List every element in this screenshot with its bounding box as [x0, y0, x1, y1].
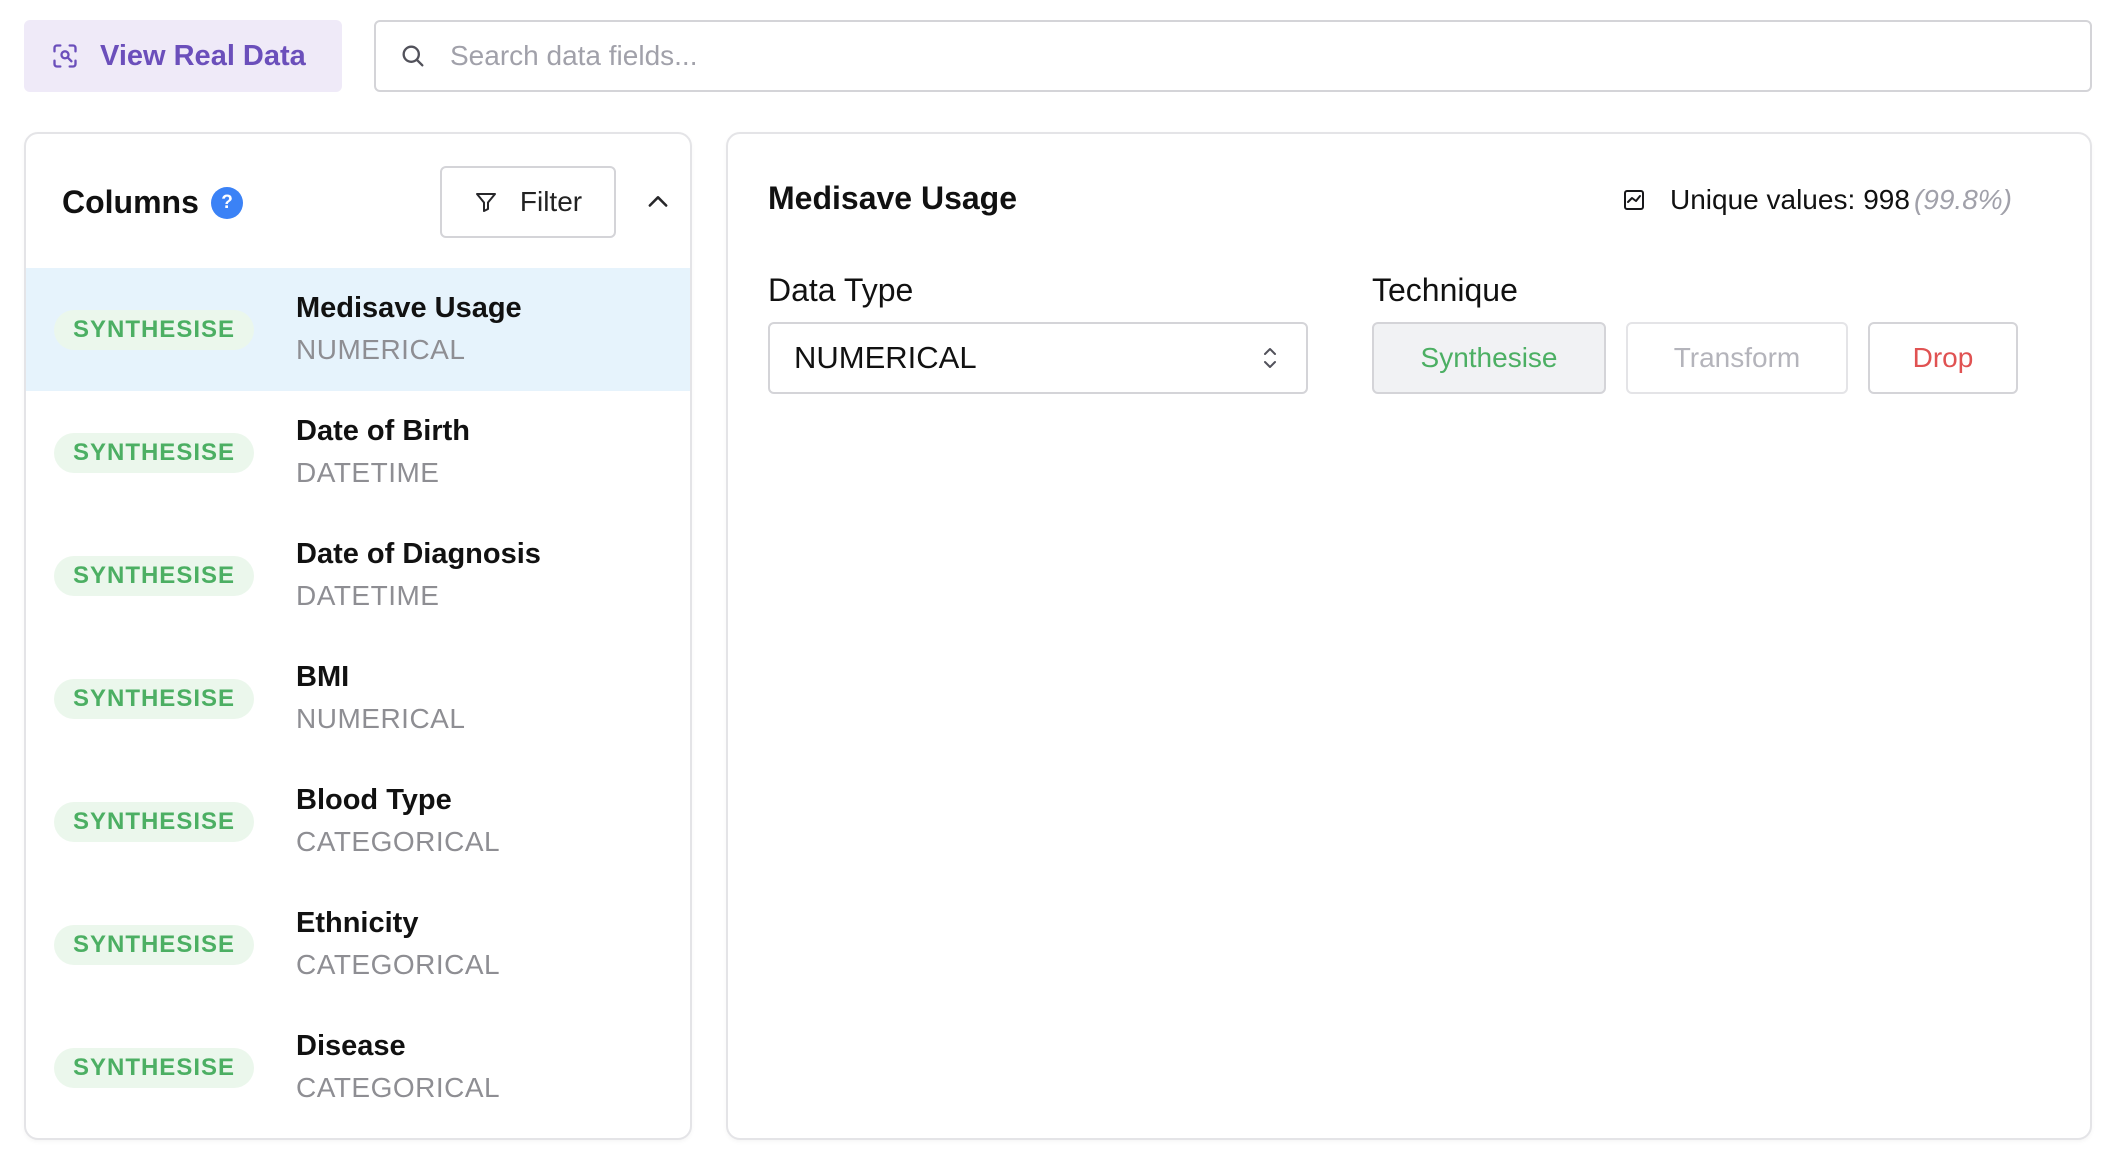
column-type: NUMERICAL [296, 334, 466, 365]
chevron-up-down-icon [1258, 341, 1282, 375]
filter-label: Filter [519, 186, 583, 217]
help-circle-icon[interactable]: ? [211, 187, 243, 219]
synthesise-button[interactable]: Synthesise [1372, 322, 1606, 394]
search-input[interactable] [450, 40, 2090, 72]
data-type-label: Data Type [768, 272, 914, 308]
search-box [374, 20, 2092, 92]
scan-face-icon [50, 41, 80, 71]
technique-label: Technique [1372, 272, 1518, 308]
list-item-ethnicity[interactable]: SYNTHESISE Ethnicity CATEGORICAL [26, 883, 690, 1006]
technique-badge: SYNTHESISE [54, 556, 254, 596]
columns-list: SYNTHESISE Medisave Usage NUMERICAL SYNT… [26, 268, 690, 1129]
column-type: DATETIME [296, 580, 440, 611]
technique-badge: SYNTHESISE [54, 433, 254, 473]
column-type: CATEGORICAL [296, 949, 501, 980]
technique-badge: SYNTHESISE [54, 1048, 254, 1088]
unique-values-label: Unique values: [1670, 184, 1856, 215]
technique-badge: SYNTHESISE [54, 310, 254, 350]
list-item-bmi[interactable]: SYNTHESISE BMI NUMERICAL [26, 637, 690, 760]
data-type-value: NUMERICAL [794, 340, 977, 375]
unique-values-stat: Unique values: 998 (99.8%) [1622, 184, 2012, 216]
drop-button[interactable]: Drop [1868, 322, 2018, 394]
column-type: CATEGORICAL [296, 826, 501, 857]
columns-title: Columns [62, 184, 199, 220]
column-detail-panel: Medisave Usage Unique values: 998 (99.8%… [726, 132, 2092, 1140]
chart-square-icon[interactable] [1622, 187, 1648, 213]
filter-funnel-icon [474, 189, 500, 215]
chevron-up-icon[interactable] [640, 184, 676, 220]
technique-badge: SYNTHESISE [54, 679, 254, 719]
filter-button[interactable]: Filter [440, 166, 616, 238]
view-real-data-label: View Real Data [100, 39, 306, 72]
column-name: Date of Birth [296, 415, 470, 447]
column-name: Blood Type [296, 784, 452, 816]
search-icon [398, 41, 428, 71]
column-type: DATETIME [296, 457, 440, 488]
list-item-date-of-diagnosis[interactable]: SYNTHESISE Date of Diagnosis DATETIME [26, 514, 690, 637]
detail-title: Medisave Usage [768, 180, 1018, 216]
column-name: Ethnicity [296, 907, 419, 939]
technique-badge: SYNTHESISE [54, 802, 254, 842]
columns-scrollbar[interactable] [690, 268, 692, 824]
list-item-medisave-usage[interactable]: SYNTHESISE Medisave Usage NUMERICAL [26, 268, 690, 391]
unique-values-count: 998 [1863, 184, 1910, 215]
data-type-select[interactable]: NUMERICAL [768, 322, 1308, 394]
column-name: Medisave Usage [296, 292, 522, 324]
list-item-blood-type[interactable]: SYNTHESISE Blood Type CATEGORICAL [26, 760, 690, 883]
column-name: Disease [296, 1030, 406, 1062]
technique-badge: SYNTHESISE [54, 925, 254, 965]
list-item-disease[interactable]: SYNTHESISE Disease CATEGORICAL [26, 1006, 690, 1129]
view-real-data-button[interactable]: View Real Data [24, 20, 342, 92]
list-item-date-of-birth[interactable]: SYNTHESISE Date of Birth DATETIME [26, 391, 690, 514]
columns-header: Columns ? Filter [26, 134, 690, 268]
column-type: NUMERICAL [296, 703, 466, 734]
unique-values-percent: (99.8%) [1913, 184, 2012, 215]
column-type: CATEGORICAL [296, 1072, 501, 1103]
transform-button[interactable]: Transform [1626, 322, 1848, 394]
columns-panel: Columns ? Filter SYNTHESISE Medisave Usa… [24, 132, 692, 1140]
column-name: BMI [296, 661, 350, 693]
column-name: Date of Diagnosis [296, 538, 541, 570]
top-toolbar: View Real Data [24, 20, 2092, 92]
